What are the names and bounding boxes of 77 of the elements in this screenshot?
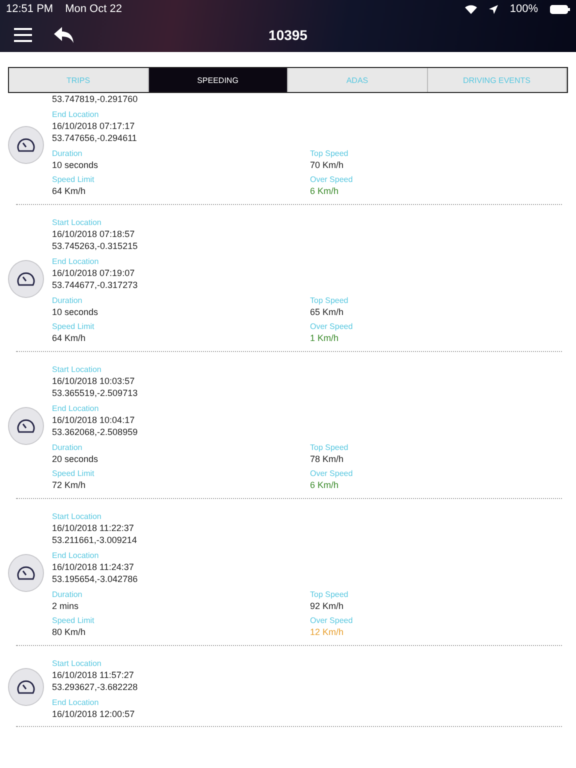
battery-icon bbox=[550, 4, 570, 14]
field-value: 92 Km/h bbox=[310, 600, 345, 612]
field-label: Start Location bbox=[52, 216, 102, 228]
speedometer-icon bbox=[16, 565, 36, 581]
field-value: 53.195654,-3.042786 bbox=[52, 573, 139, 586]
field-label: End Location bbox=[52, 108, 100, 120]
field-value: 10 seconds bbox=[52, 158, 100, 171]
speedometer-icon bbox=[16, 418, 36, 434]
field-value: 64 Km/h bbox=[52, 185, 87, 198]
field-label: Over Speed bbox=[310, 174, 354, 185]
menu-button[interactable] bbox=[14, 28, 32, 42]
field-value: 53.365519,-2.509713 bbox=[52, 387, 139, 400]
field-value: 2 mins bbox=[52, 600, 80, 612]
field-value: 6 Km/h bbox=[310, 185, 340, 198]
tab[interactable]: ADAS bbox=[288, 68, 428, 92]
back-button[interactable] bbox=[54, 27, 74, 43]
field-label: Top Speed bbox=[310, 294, 350, 306]
field-value: 53.362068,-2.508959 bbox=[52, 426, 139, 438]
field-value: 53.745263,-0.315215 bbox=[52, 240, 139, 252]
field-value: 53.744677,-0.317273 bbox=[52, 279, 139, 292]
field-value: 70 Km/h bbox=[310, 158, 345, 171]
tab[interactable]: TRIPS bbox=[9, 68, 148, 92]
field-label: Start Location bbox=[52, 658, 102, 668]
speedometer-icon bbox=[16, 271, 36, 287]
field-value: 6 Km/h bbox=[310, 479, 340, 492]
location-arrow-icon bbox=[488, 4, 498, 14]
field-label: Speed Limit bbox=[52, 468, 96, 479]
field-value: 16/10/2018 07:18:57 bbox=[52, 228, 136, 240]
field-label: Duration bbox=[52, 148, 84, 158]
field-label: Top Speed bbox=[310, 148, 350, 158]
field-value: 20 seconds bbox=[52, 452, 100, 465]
speedometer-icon bbox=[16, 137, 36, 154]
field-label: Speed Limit bbox=[52, 615, 96, 626]
field-value: 16/10/2018 11:22:37 bbox=[52, 522, 135, 534]
field-value: 53.211661,-3.009214 bbox=[52, 534, 138, 546]
tab[interactable]: DRIVING EVENTS bbox=[428, 68, 567, 92]
field-label: Duration bbox=[52, 294, 84, 306]
wifi-icon bbox=[464, 4, 477, 14]
field-label: Top Speed bbox=[310, 588, 350, 600]
battery-percentage: 100% bbox=[510, 3, 538, 15]
field-value: 72 Km/h bbox=[52, 479, 87, 492]
field-value: 64 Km/h bbox=[52, 332, 87, 344]
field-value: 53.293627,-3.682228 bbox=[52, 681, 139, 694]
tab[interactable]: SPEEDING bbox=[148, 68, 288, 92]
field-value: 16/10/2018 11:57:27 bbox=[52, 668, 135, 681]
field-value: 16/10/2018 07:19:07 bbox=[52, 266, 136, 279]
field-label: Over Speed bbox=[310, 615, 354, 626]
field-value: 16/10/2018 11:24:37 bbox=[52, 560, 135, 573]
field-value: 53.747656,-0.294611 bbox=[52, 132, 138, 144]
field-label: Over Speed bbox=[310, 468, 354, 479]
field-value: 10 seconds bbox=[52, 306, 100, 318]
field-label: Top Speed bbox=[310, 442, 350, 452]
field-value: 1 Km/h bbox=[310, 332, 340, 344]
field-label: Duration bbox=[52, 442, 84, 452]
field-label: Duration bbox=[52, 588, 84, 600]
field-value: 78 Km/h bbox=[310, 452, 345, 465]
status-date: Mon Oct 22 bbox=[65, 3, 122, 15]
field-label: Start Location bbox=[52, 510, 102, 522]
field-value: 12 Km/h bbox=[310, 626, 345, 638]
screen-title: 10395 bbox=[268, 27, 308, 43]
field-label: End Location bbox=[52, 256, 100, 266]
field-value: 80 Km/h bbox=[52, 626, 87, 638]
field-value: 16/10/2018 07:17:17 bbox=[52, 120, 136, 132]
field-label: Start Location bbox=[52, 364, 102, 374]
field-value: 53.747819,-0.291760 bbox=[52, 93, 139, 106]
field-label: End Location bbox=[52, 696, 100, 708]
status-time: 12:51 PM bbox=[6, 3, 54, 15]
field-label: Over Speed bbox=[310, 321, 354, 332]
speedometer-icon bbox=[16, 679, 36, 696]
field-label: Speed Limit bbox=[52, 321, 96, 332]
field-value: 16/10/2018 12:00:57 bbox=[52, 708, 136, 720]
field-value: 16/10/2018 10:04:17 bbox=[52, 414, 136, 426]
field-label: End Location bbox=[52, 402, 100, 414]
field-value: 16/10/2018 10:03:57 bbox=[52, 374, 136, 387]
field-label: Speed Limit bbox=[52, 174, 96, 185]
field-value: 65 Km/h bbox=[310, 306, 345, 318]
field-label: End Location bbox=[52, 550, 100, 560]
